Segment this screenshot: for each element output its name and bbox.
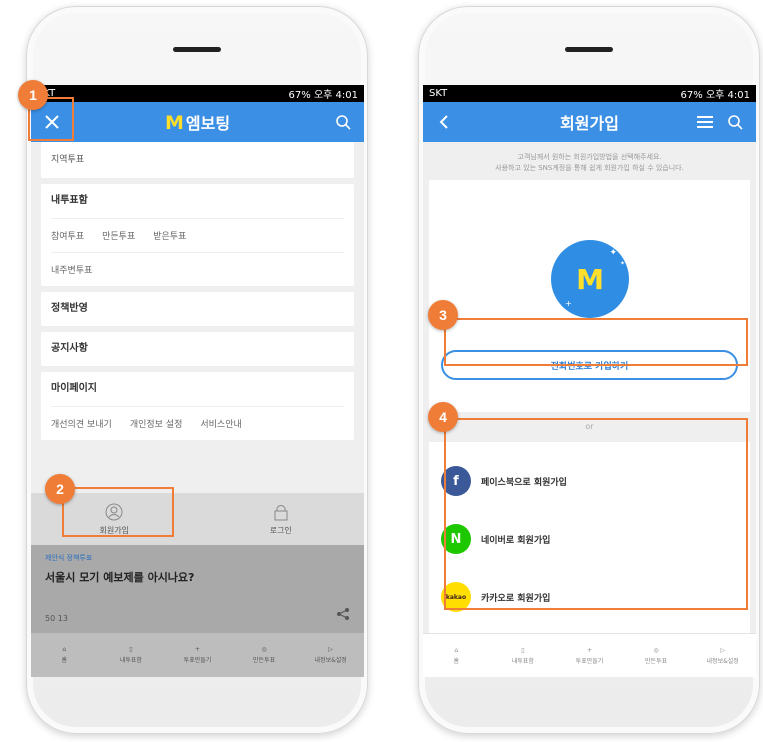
nav-create-vote[interactable]: + 투표만들기 [556,634,623,677]
app-bar: M 엠보팅 [31,102,364,142]
news-headline: 서울시 모기 예보제를 아시나요? [45,571,195,584]
highlight-social-signup [444,418,748,610]
signup-intro: 고객님께서 원하는 회원가입방법을 선택해주세요. 사용하고 있는 SNS계정을… [495,153,684,172]
menu-card-policy[interactable]: 정책반영 [41,292,354,326]
play-icon: ▷ [720,646,725,654]
status-bar: SKT 67% 오후 4:01 [423,85,756,102]
nav-my-votes[interactable]: ▯ 내투표함 [490,634,557,677]
nav-created[interactable]: ◎ 만든투표 [623,634,690,677]
nav-settings[interactable]: ▷ 내정보&설정 [689,634,756,677]
search-icon[interactable] [332,111,354,133]
app-logo: M ✦ ✦ + [551,240,629,318]
document-icon: ▯ [129,646,133,653]
speaker-grille [173,47,221,52]
speaker-grille [565,47,613,52]
menu-item-privacy[interactable]: 개인정보 설정 [130,417,183,430]
side-menu: 지역투표 내투표함 참여투표 만든투표 받은투표 내주변투표 정책반영 공지사항 [31,142,364,440]
search-icon[interactable] [724,111,746,133]
menu-card-notice[interactable]: 공지사항 [41,332,354,366]
document-icon: ▯ [521,646,525,654]
step-badge-4: 4 [428,402,458,432]
menu-card-regional[interactable]: 지역투표 [41,142,354,178]
login-tab[interactable]: 로그인 [198,493,365,545]
status-bar: SKT 67% 오후 4:01 [31,85,364,102]
phone-frame-right: SKT 67% 오후 4:01 회원가입 고객님께서 원하는 회원가입방법을 선… [418,6,760,734]
location-icon: ◎ [261,646,267,653]
app-title: M 엠보팅 [164,112,231,134]
highlight-phone-signup [444,318,748,366]
nav-created[interactable]: ◎ 만든투표 [231,633,298,677]
nav-home[interactable]: ⌂ 홈 [31,633,98,677]
menu-item-feedback[interactable]: 개선의견 보내기 [51,417,112,430]
login-tab-label: 로그인 [269,525,292,535]
menu-item-policy[interactable]: 정책반영 [51,292,344,326]
nav-create-vote[interactable]: + 투표만들기 [164,633,231,677]
bottom-nav: ⌂ 홈 ▯ 내투표함 + 투표만들기 ◎ 만든투표 ▷ 내정보&설정 [31,633,364,677]
home-icon: ⌂ [62,646,67,653]
carrier-label: SKT [429,88,448,99]
signup-card: M ✦ ✦ + 전화번호로 가입하기 [429,180,750,412]
app-bar: 회원가입 [423,102,756,142]
news-category: 제안식 정책투표 [45,554,93,562]
play-icon: ▷ [328,646,333,653]
menu-item-nearby[interactable]: 내주변투표 [51,263,92,276]
nav-settings[interactable]: ▷ 내정보&설정 [297,633,364,677]
menu-head-my-votes[interactable]: 내투표함 [51,184,344,218]
menu-card-mypage: 마이페이지 개선의견 보내기 개인정보 설정 서비스안내 [41,372,354,440]
screen-menu: SKT 67% 오후 4:01 M엠보팅 지역투표 내투표함 참여투표 만든투표… [31,85,364,677]
bottom-nav: ⌂ 홈 ▯ 내투표함 + 투표만들기 ◎ 만든투표 ▷ 내정보&설정 [423,633,756,677]
plus-icon: + [586,646,592,654]
location-icon: ◎ [653,646,659,654]
sparkle-icon: ✦ [609,248,617,258]
menu-item-service-info[interactable]: 서비스안내 [200,417,241,430]
menu-row-mypage: 개선의견 보내기 개인정보 설정 서비스안내 [51,406,344,440]
step-badge-2: 2 [45,474,75,504]
share-icon[interactable] [336,606,350,625]
step-badge-3: 3 [428,300,458,330]
home-icon: ⌂ [454,646,459,654]
menu-row-nearby: 내주변투표 [51,252,344,286]
nav-my-votes[interactable]: ▯ 내투표함 [98,633,165,677]
phone-frame-left: SKT 67% 오후 4:01 M엠보팅 지역투표 내투표함 참여투표 만든투표… [26,6,368,734]
sparkle-icon: ✦ [619,260,625,267]
status-indicators: 67% 오후 4:01 [288,90,358,101]
step-badge-1: 1 [18,80,48,110]
menu-card-my-votes: 내투표함 참여투표 만든투표 받은투표 내주변투표 [41,184,354,286]
lock-icon [274,504,288,520]
menu-item-participated[interactable]: 참여투표 [51,229,84,242]
highlight-signup-tab [62,487,174,537]
back-icon[interactable] [433,111,455,133]
menu-item-received[interactable]: 받은투표 [153,229,186,242]
news-card[interactable]: 제안식 정책투표 서울시 모기 예보제를 아시나요? 50 13 [31,545,364,633]
menu-row-my-votes: 참여투표 만든투표 받은투표 [51,218,344,252]
menu-item-created[interactable]: 만든투표 [102,229,135,242]
nav-home[interactable]: ⌂ 홈 [423,634,490,677]
plus-icon: + [194,646,200,653]
menu-head-mypage[interactable]: 마이페이지 [51,372,344,406]
menu-item-regional-vote[interactable]: 지역투표 [51,142,344,178]
menu-item-notice[interactable]: 공지사항 [51,332,344,366]
status-indicators: 67% 오후 4:01 [680,90,750,101]
news-meta: 50 13 [45,614,68,623]
sparkle-icon: + [565,299,572,308]
appbar-actions [694,111,746,133]
menu-icon[interactable] [694,111,716,133]
